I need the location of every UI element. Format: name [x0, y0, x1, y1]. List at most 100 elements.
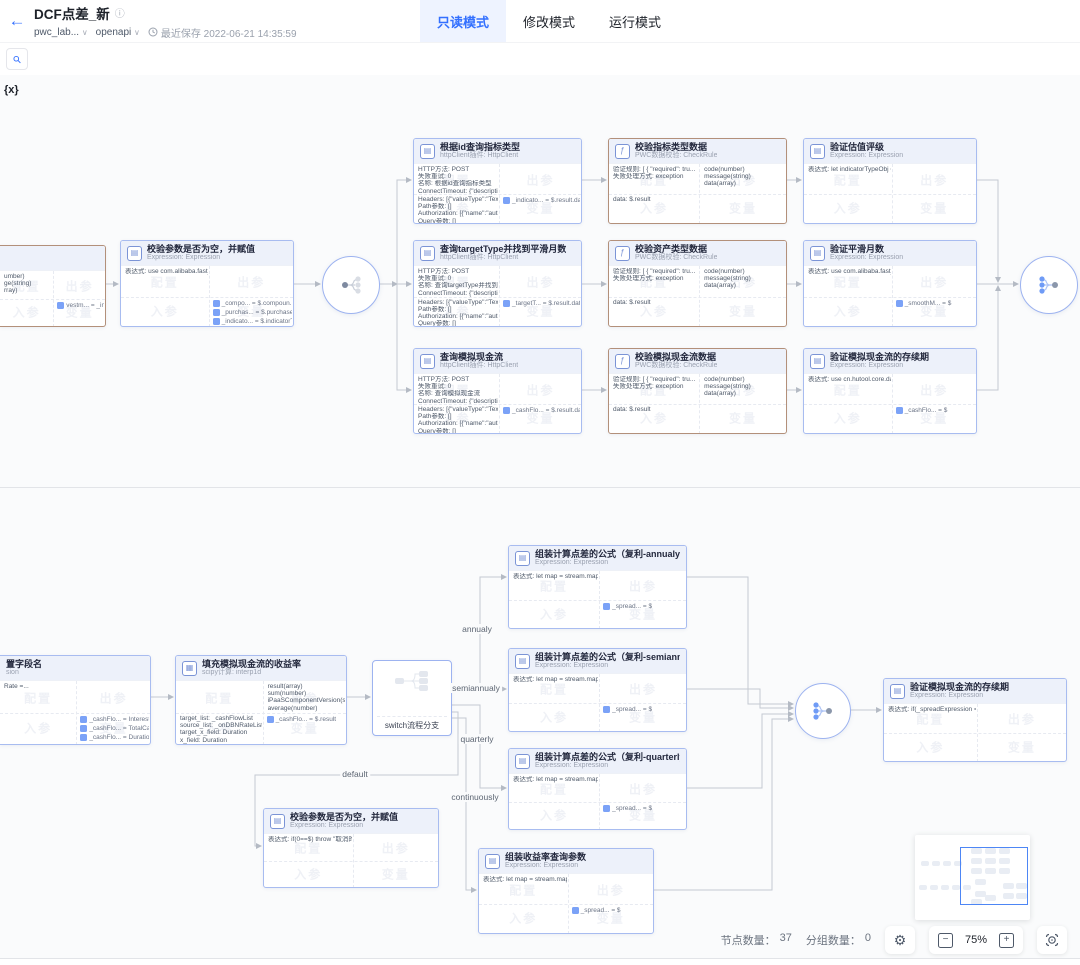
param-tag-icon — [896, 300, 903, 307]
flow-node[interactable]: ▤验证估值评级Expression: Expression配置入参表达式: le… — [803, 138, 977, 224]
flow-node[interactable]: 配置入参umber)ge(string)rray)出参变量vestm... = … — [0, 245, 106, 327]
param-row: _indicato... = $.result.data — [503, 197, 580, 204]
param-text: _cashFlo... = $.result — [276, 716, 337, 723]
flow-node[interactable]: ▤根据id查询指标类型httpClient插件: HttpClient配置入参H… — [413, 138, 582, 224]
plus-icon: + — [999, 933, 1014, 948]
zoom-in-button[interactable]: + — [999, 933, 1014, 948]
node-header — [0, 246, 105, 270]
minimap[interactable] — [915, 835, 1030, 920]
node-title: 验证模拟现金流的存续期 — [830, 352, 929, 362]
node-title: 查询targetType并找到平滑月数 — [440, 244, 566, 254]
param-row: _spread... = $ — [603, 706, 685, 713]
api-label: openapi — [96, 27, 132, 38]
expression-type-icon: ▤ — [515, 551, 530, 566]
node-body: 配置入参表达式: let map = stream.map()...出参变量_s… — [479, 873, 653, 934]
mode-tabs: 只读模式 修改模式 运行模式 — [420, 0, 678, 42]
flow-node[interactable]: ƒ校验模拟现金流数据PWC数据校验: CheckRule配置入参验证规则: [ … — [608, 348, 787, 434]
flow-edge — [397, 284, 411, 390]
flow-node[interactable]: ▤校验参数是否为空，并赋值Expression: Expression配置入参表… — [263, 808, 439, 888]
flow-node[interactable]: 置字段名sion配置入参Rate =...出参变量_cashFlo... = I… — [0, 655, 151, 745]
param-row: _indicato... = $.indicatorT... — [213, 318, 292, 325]
flow-node[interactable]: ▦填充模拟现金流的收益率scipy计算: interp1d配置入参target_… — [175, 655, 347, 745]
tab-edit-mode[interactable]: 修改模式 — [506, 0, 592, 42]
body-divider — [414, 297, 581, 298]
param-rows: _spread... = $ — [603, 706, 685, 713]
body-divider — [0, 713, 150, 714]
junction-node[interactable] — [322, 256, 380, 314]
node-header: ▤验证平滑月数Expression: Expression — [804, 241, 976, 265]
param-text: vestm... = _investm... — [66, 302, 104, 309]
node-title: 验证模拟现金流的存续期 — [910, 682, 1009, 692]
flow-node[interactable]: ▤组装收益率查询参数Expression: Expression配置入参表达式:… — [478, 848, 654, 934]
flow-edge — [397, 180, 411, 284]
node-header: ▦填充模拟现金流的收益率scipy计算: interp1d — [176, 656, 346, 680]
zoom-control: − 75% + — [929, 926, 1023, 954]
node-header: ▤校验参数是否为空，并赋值Expression: Expression — [121, 241, 293, 265]
node-titles: 校验资产类型数据PWC数据校验: CheckRule — [635, 244, 717, 262]
flow-node[interactable]: ƒ校验资产类型数据PWC数据校验: CheckRule配置入参验证规则: [ {… — [608, 240, 787, 327]
param-tag-icon — [57, 302, 64, 309]
config-text: 表达式: let map = stream.map()... — [513, 776, 598, 783]
watermark-label: 入参 — [151, 303, 179, 320]
group-count: 分组数量：0 — [806, 932, 871, 948]
param-text: _cashFlo... = Duration — [89, 734, 149, 741]
node-title: 验证估值评级 — [830, 142, 903, 152]
node-subtitle: Expression: Expression — [830, 254, 903, 262]
flow-node[interactable]: ▤验证平滑月数Expression: Expression配置入参表达式: us… — [803, 240, 977, 327]
param-row: _cashFlo... = TotalCashF... — [80, 725, 149, 732]
tab-run-mode[interactable]: 运行模式 — [592, 0, 678, 42]
flow-node[interactable]: ▤ 组装计算点差的公式（复利-annualy）Expression: Expres… — [508, 545, 687, 629]
config-text: HTTP方法: POST失败重试: 0名称: 查询targetType并找到平滑… — [418, 268, 498, 297]
fan-out-icon — [336, 270, 366, 300]
output-params: result(array)sum(number)iPaaSComponentVe… — [268, 683, 345, 712]
node-body: 配置入参target_list: _cashFlowListsource_lis… — [176, 680, 346, 745]
watermark-label: 入参 — [834, 303, 862, 320]
flow-node[interactable]: ▤验证模拟现金流的存续期Expression: Expression配置入参表达… — [803, 348, 977, 434]
param-row: vestm... = _investm... — [57, 302, 104, 309]
flow-node[interactable]: ▤查询targetType并找到平滑月数httpClient插件: HttpCl… — [413, 240, 582, 327]
watermark-label: 入参 — [916, 738, 944, 755]
api-select[interactable]: openapi ∨ — [96, 27, 140, 38]
body-divider — [176, 713, 346, 714]
node-title: 校验模拟现金流数据 — [635, 352, 717, 362]
node-title: 校验资产类型数据 — [635, 244, 717, 254]
node-titles: 校验参数是否为空，并赋值Expression: Expression — [147, 244, 255, 262]
switch-node[interactable]: switch流程分支 — [372, 660, 452, 736]
junction-node[interactable] — [795, 683, 851, 739]
body-divider — [0, 299, 105, 300]
info-icon[interactable]: ⓘ — [115, 5, 125, 20]
node-subtitle: PWC数据校验: CheckRule — [635, 152, 717, 160]
node-titles: 校验模拟现金流数据PWC数据校验: CheckRule — [635, 352, 717, 370]
node-title: 组装计算点差的公式（复利-annualy） — [535, 549, 680, 559]
node-title: 根据id查询指标类型 — [440, 142, 520, 152]
flow-node[interactable]: ▤查询模拟现金流httpClient插件: HttpClient配置入参HTTP… — [413, 348, 582, 434]
junction-node[interactable] — [1020, 256, 1078, 314]
edge-label: default — [340, 769, 370, 779]
flow-node[interactable]: ƒ校验指标类型数据PWC数据校验: CheckRule配置入参验证规则: [ {… — [608, 138, 787, 224]
expression-type-icon: ▤ — [485, 854, 500, 869]
watermark-label: 配置 — [834, 171, 862, 188]
watermark-label: 出参 — [629, 578, 657, 595]
variables-button[interactable]: {x} — [4, 84, 19, 96]
body-divider — [509, 802, 686, 803]
workspace-select[interactable]: pwc_lab... ∨ — [34, 27, 88, 38]
watermark-label: 入参 — [13, 304, 41, 321]
back-button[interactable]: ← — [0, 0, 34, 42]
node-header: 置字段名sion — [0, 656, 150, 680]
node-subtitle: Expression: Expression — [535, 559, 680, 567]
settings-button[interactable]: ⚙ — [885, 926, 915, 954]
search-button[interactable] — [6, 48, 28, 70]
fit-view-button[interactable] — [1037, 926, 1067, 954]
watermark-label: 变量 — [382, 865, 410, 882]
watermark-label: 出参 — [629, 681, 657, 698]
flow-node[interactable]: ▤校验参数是否为空，并赋值Expression: Expression配置入参表… — [120, 240, 294, 327]
minimap-viewport[interactable] — [960, 847, 1028, 905]
tab-readonly-mode[interactable]: 只读模式 — [420, 0, 506, 42]
zoom-out-button[interactable]: − — [938, 933, 953, 948]
node-body: 配置入参表达式: let map = stream.map()...出参变量_s… — [509, 570, 686, 629]
flow-node[interactable]: ▤验证模拟现金流的存续期Expression: Expression配置入参表达… — [883, 678, 1067, 762]
param-rows: _spread... = $ — [603, 805, 685, 812]
flow-node[interactable]: ▤组装计算点差的公式（复利-semiannualy）Expression: Ex… — [508, 648, 687, 732]
flow-node[interactable]: ▤组装计算点差的公式（复利-quarterly）Expression: Expr… — [508, 748, 687, 830]
param-text: _targetT... = $.result.data — [512, 300, 580, 307]
